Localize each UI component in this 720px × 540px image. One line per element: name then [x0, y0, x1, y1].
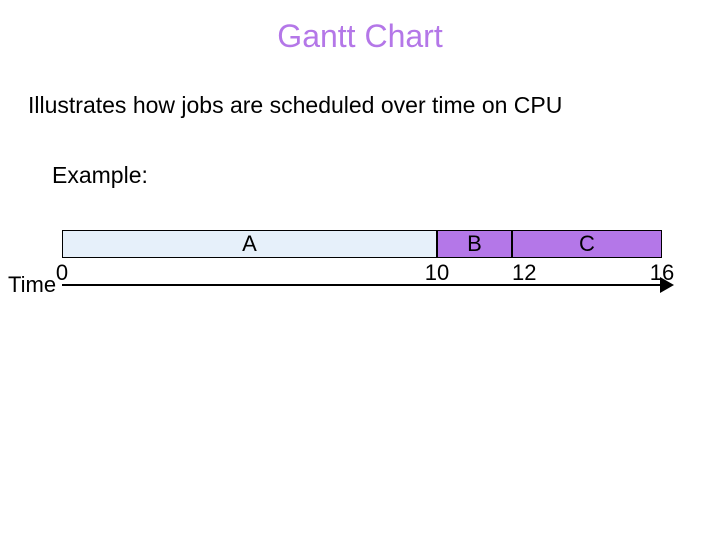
time-axis-label: Time	[8, 272, 56, 298]
time-axis-line	[62, 284, 662, 286]
slide: Gantt Chart Illustrates how jobs are sch…	[0, 0, 720, 540]
gantt-segment-a: A	[62, 230, 437, 258]
gantt-segment-c: C	[512, 230, 662, 258]
gantt-segment-a-label: A	[242, 231, 257, 256]
gantt-segment-c-label: C	[579, 231, 595, 256]
tick-16: 16	[650, 260, 674, 286]
gantt-segment-b-label: B	[467, 231, 482, 256]
gantt-segment-b: B	[437, 230, 512, 258]
example-label: Example:	[52, 162, 148, 189]
gantt-bar-row: A B C	[62, 230, 662, 258]
tick-12: 12	[512, 260, 536, 286]
tick-10: 10	[425, 260, 449, 286]
tick-0: 0	[56, 260, 68, 286]
gantt-chart: A B C Time 0 10 12 16	[62, 230, 662, 270]
subtitle-text: Illustrates how jobs are scheduled over …	[28, 92, 562, 119]
page-title: Gantt Chart	[0, 18, 720, 55]
